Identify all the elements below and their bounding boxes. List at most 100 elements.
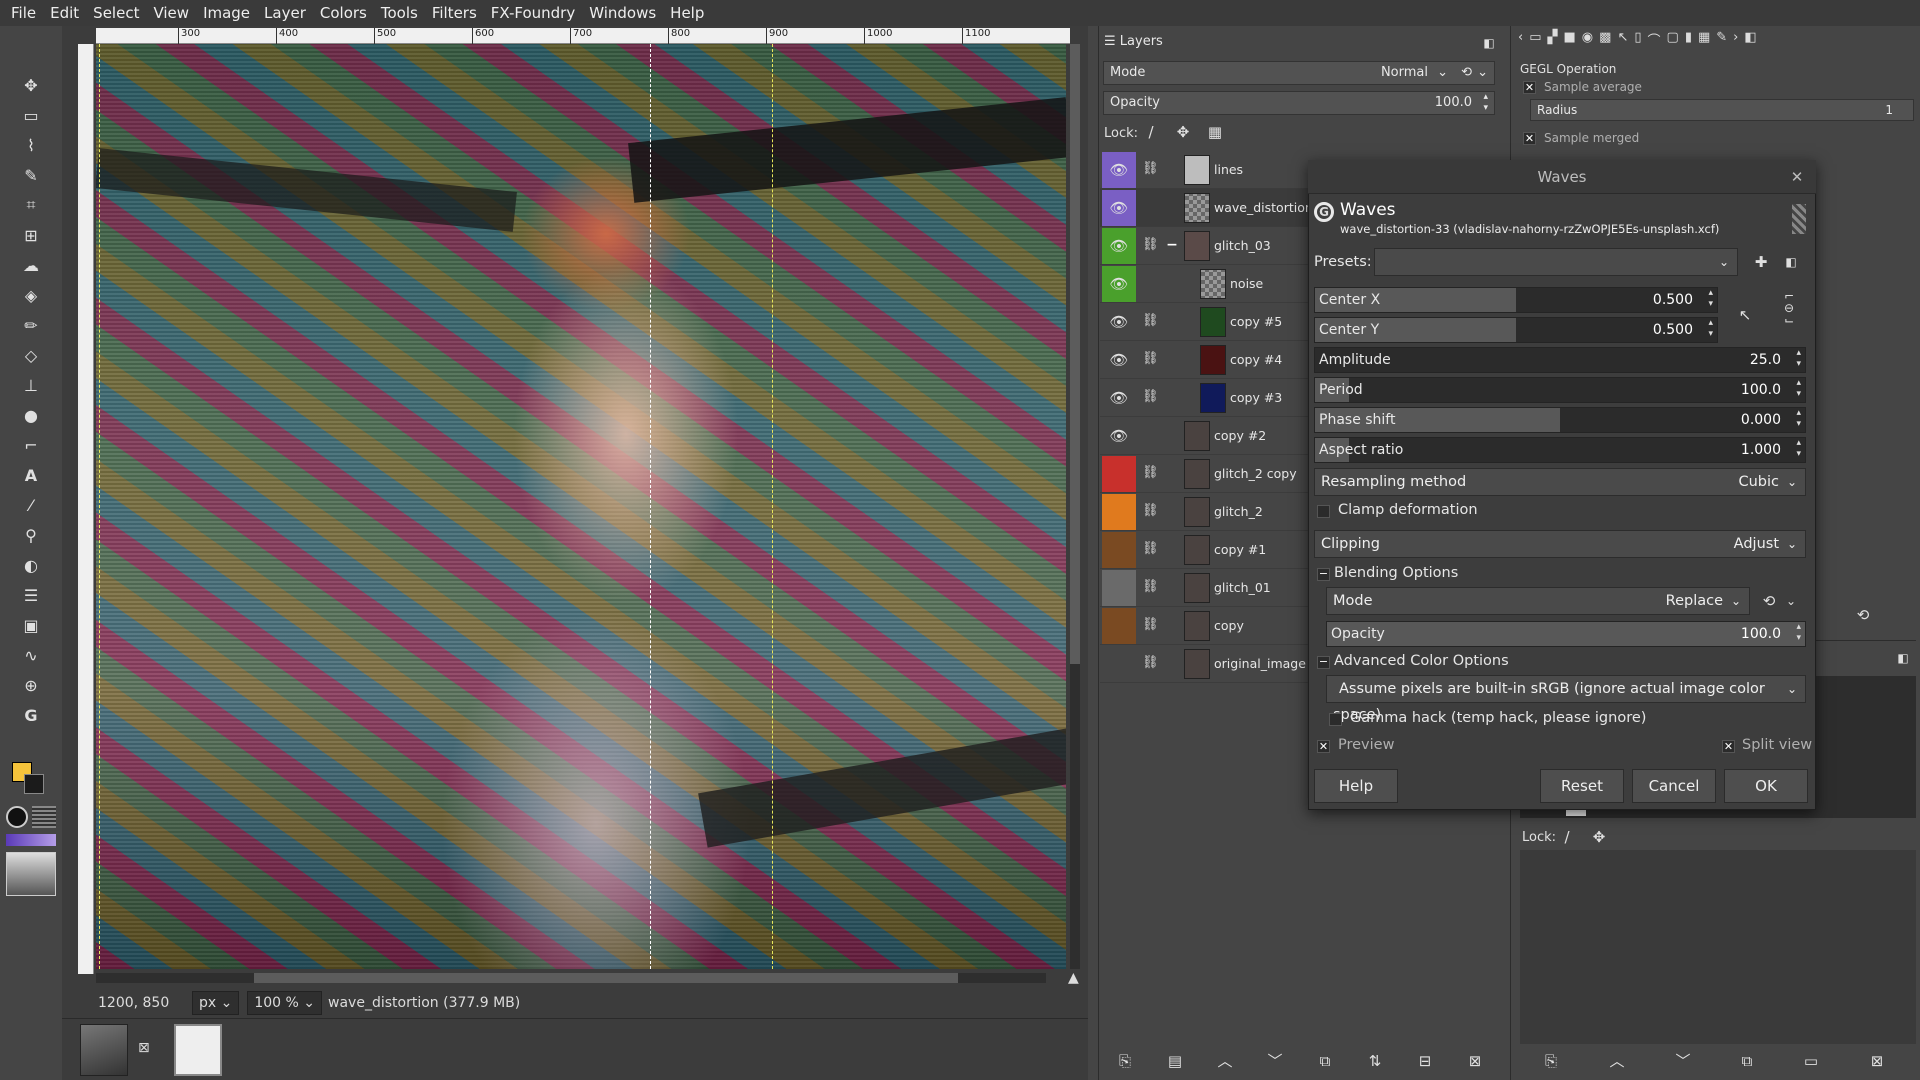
guide-line[interactable] [99, 44, 100, 969]
menu-layer[interactable]: Layer [257, 0, 313, 26]
color-tag[interactable] [1102, 570, 1136, 606]
period-slider[interactable]: Period 100.0 ▴ ▾ [1314, 377, 1806, 403]
brush-preview[interactable] [6, 806, 28, 828]
zoom-select[interactable]: 100 % ⌄ [247, 991, 323, 1015]
chevron-right-icon[interactable]: › [1733, 30, 1738, 56]
new-group-icon[interactable]: ▤ [1164, 1050, 1186, 1072]
lower-path-icon[interactable]: ﹀ [1672, 1050, 1694, 1072]
menu-tools[interactable]: Tools [374, 0, 425, 26]
clamp-deformation-checkbox[interactable] [1317, 505, 1330, 518]
presets-combo[interactable]: ⌄ [1374, 248, 1738, 276]
chain-link-icon[interactable]: ⛓ [1142, 617, 1159, 633]
pointer-tab-icon[interactable]: ↖ [1617, 30, 1628, 56]
layer-thumbnail[interactable] [1184, 459, 1210, 489]
lasso-tool-icon[interactable]: ⌇ [18, 132, 44, 158]
document-tab-icon[interactable]: ▯ [1634, 30, 1641, 56]
gimp-g-icon[interactable]: G [18, 702, 44, 728]
layer-thumbnail[interactable] [1184, 155, 1210, 185]
spin-icon[interactable]: ▴ ▾ [1796, 408, 1801, 430]
cancel-button[interactable]: Cancel [1632, 769, 1716, 803]
guide-line[interactable] [772, 44, 773, 969]
guide-line[interactable] [650, 44, 651, 969]
device-status-tab-icon[interactable]: ▞ [1548, 30, 1558, 56]
pick-coordinates-icon[interactable]: ↖ [1734, 304, 1756, 326]
gegl-tool-icon[interactable]: ☰ [18, 582, 44, 608]
center-x-slider[interactable]: Center X 0.500 ▴ ▾ [1314, 287, 1718, 313]
bucket-fill-icon[interactable]: ◈ [18, 282, 44, 308]
raise-path-icon[interactable]: ︿ [1606, 1050, 1628, 1072]
undo-history-tab-icon[interactable]: ■ [1564, 30, 1576, 56]
blending-expander-icon[interactable]: − [1317, 568, 1330, 581]
chain-link-icon[interactable]: ⌐ ⊖ ⌙ [1778, 290, 1800, 340]
spin-icon[interactable]: ▴ ▾ [1796, 622, 1801, 644]
gradient-preview[interactable] [6, 834, 56, 846]
background-color-swatch[interactable] [24, 774, 44, 794]
chain-link-icon[interactable]: ⛓ [1142, 161, 1159, 177]
raise-layer-icon[interactable]: ︿ [1214, 1050, 1236, 1072]
aspect-ratio-slider[interactable]: Aspect ratio 1.000 ▴ ▾ [1314, 437, 1806, 463]
vertical-scrollbar-thumb[interactable] [1070, 44, 1080, 664]
layer-thumbnail[interactable] [1200, 269, 1226, 299]
text-tool-icon[interactable]: A [18, 462, 44, 488]
layer-opacity-field[interactable]: Opacity 100.0 ▴ ▾ [1103, 91, 1495, 115]
warp-tool-icon[interactable]: ☁ [18, 252, 44, 278]
eye-icon[interactable]: 👁 [1102, 190, 1136, 226]
spin-icon[interactable]: ▴ ▾ [1483, 92, 1488, 114]
sample-merged-checkbox[interactable]: ✕ [1523, 132, 1536, 145]
paths-tool-icon[interactable]: ⌐ [18, 432, 44, 458]
chain-link-icon[interactable]: ⛓ [1142, 655, 1159, 671]
layer-thumbnail[interactable] [1200, 345, 1226, 375]
layer-thumbnail[interactable] [1200, 383, 1226, 413]
close-icon[interactable]: ✕ [1786, 166, 1808, 188]
image-canvas[interactable] [96, 44, 1066, 969]
color-tab-icon[interactable]: ◉ [1582, 30, 1593, 56]
dodge-burn-icon[interactable]: ◐ [18, 552, 44, 578]
dialog-titlebar[interactable]: Waves [1308, 160, 1816, 194]
close-tab-icon[interactable]: ⊠ [138, 1040, 150, 1056]
menu-windows[interactable]: Windows [582, 0, 663, 26]
reset-button[interactable]: Reset [1540, 769, 1624, 803]
lock-pixels-icon[interactable]: / [1556, 826, 1578, 848]
preset-menu-icon[interactable]: ◧ [1780, 251, 1802, 273]
rect-select-tool-icon[interactable]: ▭ [18, 102, 44, 128]
eye-icon[interactable]: 👁 [1102, 228, 1136, 264]
blend-mode-combo[interactable]: Mode Replace ⌄ [1326, 587, 1750, 615]
delete-path-icon[interactable]: ⊠ [1866, 1050, 1888, 1072]
lock-position-icon[interactable]: ✥ [1588, 826, 1610, 848]
chain-link-icon[interactable]: ⛓ [1142, 389, 1159, 405]
menu-image[interactable]: Image [196, 0, 257, 26]
color-tag[interactable] [1102, 494, 1136, 530]
navigate-icon[interactable]: ▲ [1068, 970, 1079, 986]
mask-icon[interactable]: ⊟ [1414, 1050, 1436, 1072]
eye-icon[interactable]: 👁 [1102, 380, 1136, 416]
layers-tab[interactable]: ☰ Layers [1104, 34, 1163, 49]
clipping-combo[interactable]: Clipping Adjust ⌄ [1314, 530, 1806, 558]
reset-options-icon[interactable]: ⟲ [1852, 604, 1874, 626]
spin-icon[interactable]: ▴ ▾ [1796, 378, 1801, 400]
sample-average-checkbox[interactable]: ✕ [1523, 81, 1536, 94]
chain-link-icon[interactable]: ⛓ [1142, 503, 1159, 519]
new-path-icon[interactable]: ⎘ [1540, 1050, 1562, 1072]
color-tag[interactable] [1102, 646, 1136, 682]
horizontal-scrollbar-thumb[interactable] [254, 973, 958, 983]
move-tool-icon[interactable]: ✥ [18, 72, 44, 98]
chain-link-icon[interactable]: ⛓ [1142, 313, 1159, 329]
layer-thumbnail[interactable] [1184, 421, 1210, 451]
dock-menu-icon[interactable]: ◧ [1892, 647, 1914, 669]
blend-opacity-slider[interactable]: Opacity 100.0 ▴ ▾ [1326, 621, 1806, 647]
eye-icon[interactable]: 👁 [1102, 266, 1136, 302]
lock-alpha-icon[interactable]: ▦ [1204, 121, 1226, 143]
spin-icon[interactable]: ▴ ▾ [1708, 288, 1713, 310]
image-tab-thumbnail[interactable] [80, 1024, 128, 1076]
gamma-hack-checkbox[interactable] [1329, 713, 1342, 726]
color-tag[interactable] [1102, 532, 1136, 568]
fuzzy-select-tool-icon[interactable]: ✎ [18, 162, 44, 188]
menu-fx-foundry[interactable]: FX-Foundry [484, 0, 582, 26]
chevron-down-icon[interactable]: ⌄ [1780, 590, 1802, 612]
histogram-tab-icon[interactable]: ▦ [1698, 30, 1710, 56]
eye-icon[interactable]: 👁 [1102, 152, 1136, 188]
duplicate-path-icon[interactable]: ⧉ [1736, 1050, 1758, 1072]
chain-link-icon[interactable]: ⛓ [1142, 237, 1159, 253]
image-tool-icon[interactable]: ▣ [18, 612, 44, 638]
paintbrush-icon[interactable]: ✏ [18, 312, 44, 338]
